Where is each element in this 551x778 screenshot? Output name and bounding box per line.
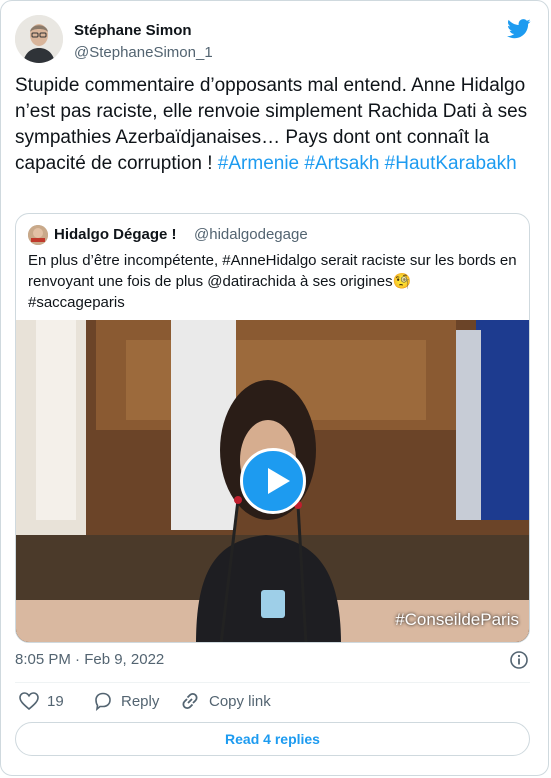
read-replies-button[interactable]: Read 4 replies (15, 722, 530, 756)
hashtag-artsakh[interactable]: #Artsakh (304, 153, 379, 174)
author-name[interactable]: Stéphane Simon (74, 22, 192, 39)
reply-label: Reply (121, 692, 160, 710)
like-count: 19 (47, 692, 64, 710)
twitter-bird-icon[interactable] (507, 19, 531, 39)
play-icon (268, 468, 290, 494)
video-thumbnail[interactable]: #ConseildeParis (16, 320, 529, 642)
actions-divider (15, 682, 530, 683)
heart-icon (19, 692, 39, 710)
link-icon (182, 692, 198, 710)
quoted-text-body: En plus d’être incompétente, #AnneHidalg… (28, 252, 517, 290)
quoted-author-handle: @hidalgodegage (194, 226, 308, 243)
author-avatar[interactable] (15, 15, 63, 63)
like-button[interactable]: 19 (19, 689, 64, 713)
tweet-header: Stéphane Simon @StephaneSimon_1 (15, 15, 535, 67)
video-watermark: #ConseildeParis (395, 610, 519, 629)
quoted-avatar (28, 225, 48, 245)
quoted-text-hashtag: #saccageparis (28, 294, 125, 311)
hashtag-hautkarabakh[interactable]: #HautKarabakh (385, 153, 517, 174)
tweet-text: Stupide commentaire d’opposants mal ente… (15, 73, 530, 177)
hashtag-armenie[interactable]: #Armenie (218, 153, 299, 174)
quoted-text: En plus d’être incompétente, #AnneHidalg… (28, 250, 518, 313)
author-handle[interactable]: @StephaneSimon_1 (74, 44, 213, 61)
play-button[interactable] (240, 448, 306, 514)
copy-link-button[interactable]: Copy link (179, 689, 271, 713)
tweet-card: Stéphane Simon @StephaneSimon_1 Stupide … (0, 0, 549, 776)
copy-link-label: Copy link (209, 692, 271, 710)
reply-button[interactable]: Reply (93, 689, 159, 713)
reply-icon (95, 692, 111, 711)
info-icon[interactable] (509, 650, 529, 670)
tweet-timestamp[interactable]: 8:05 PM · Feb 9, 2022 (15, 651, 164, 668)
quoted-author-name: Hidalgo Dégage ! (54, 226, 177, 243)
quoted-tweet[interactable]: Hidalgo Dégage ! @hidalgodegage En plus … (15, 213, 530, 643)
